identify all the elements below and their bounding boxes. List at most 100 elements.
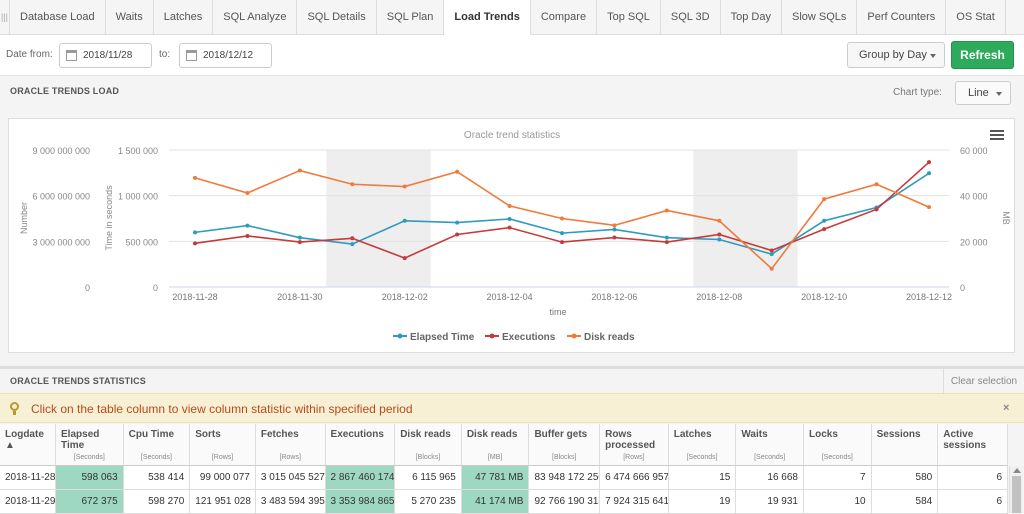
- table-header-row: Logdate ▲ Elapsed Time [Seconds] Cpu Time [S…: [0, 424, 1008, 466]
- table-cell: 41 174 MB: [461, 489, 530, 514]
- tab-sql-plan[interactable]: SQL Plan: [377, 0, 445, 34]
- data-point: [612, 235, 617, 240]
- column-header[interactable]: Buffer gets [Blocks]: [528, 424, 601, 466]
- x-tick-label: 2018-11-30: [277, 292, 322, 302]
- table-cell: 6: [937, 465, 1008, 490]
- legend-label: Disk reads: [584, 332, 635, 343]
- column-header-label: Disk reads: [400, 429, 451, 440]
- table-scrollbar[interactable]: [1009, 466, 1023, 513]
- tab-load-trends[interactable]: Load Trends: [444, 0, 531, 35]
- table-cell: 598 270: [123, 489, 191, 514]
- legend-marker: [489, 333, 495, 339]
- column-header-label: Waits: [741, 429, 768, 440]
- chevron-down-icon: [930, 54, 936, 58]
- data-point: [927, 160, 931, 165]
- tab-slow-sqls[interactable]: Slow SQLs: [782, 0, 858, 34]
- tab-sql-details[interactable]: SQL Details: [297, 0, 377, 34]
- scroll-up-icon[interactable]: [1013, 468, 1021, 473]
- column-header[interactable]: Cpu Time [Seconds]: [123, 424, 191, 466]
- data-point: [350, 236, 355, 241]
- scroll-thumb[interactable]: [1012, 476, 1021, 513]
- data-point: [350, 242, 355, 247]
- column-header-label: Buffer gets: [534, 429, 588, 440]
- column-header-unit: [Blocks]: [415, 453, 441, 461]
- trend-chart: Oracle trend statistics 9 000 000 000 6 00…: [8, 118, 1015, 353]
- column-header[interactable]: Executions: [325, 424, 396, 466]
- tab-database-load[interactable]: Database Load: [10, 0, 106, 34]
- stats-section-header: ORACLE TRENDS STATISTICS Clear selection: [0, 366, 1024, 393]
- column-header[interactable]: Sorts [Rows]: [189, 424, 256, 466]
- data-point: [297, 240, 302, 245]
- column-header-label: Sorts: [195, 429, 221, 440]
- column-header[interactable]: Rows processed [Rows]: [599, 424, 669, 466]
- column-header[interactable]: Sessions: [871, 424, 939, 466]
- table-cell: 16 668: [735, 465, 804, 490]
- table-cell: 2 867 460 174: [325, 465, 396, 490]
- column-header[interactable]: Disk reads [MB]: [461, 424, 530, 466]
- data-point: [560, 240, 564, 245]
- group-by-dropdown[interactable]: Group by Day: [847, 42, 945, 68]
- column-header-label: Executions: [330, 429, 384, 440]
- date-to-field[interactable]: 2018/12/12: [179, 43, 272, 68]
- column-header-label: Logdate ▲: [5, 429, 44, 451]
- y-tick-label: 40 000: [960, 192, 988, 202]
- y-tick-label: 0: [85, 283, 90, 293]
- shaded-period-band: [326, 150, 431, 287]
- tab-perf-counters[interactable]: Perf Counters: [857, 0, 947, 34]
- table-row[interactable]: 2018-11-28 598 063 538 414 99 000 077 3 015 …: [0, 465, 1008, 490]
- column-header[interactable]: Waits [Seconds]: [735, 424, 804, 466]
- data-point: [927, 171, 931, 176]
- x-tick-label: 2018-12-10: [801, 292, 847, 302]
- table-cell: 7: [803, 465, 872, 490]
- tab-latches[interactable]: Latches: [154, 0, 214, 34]
- section-title: ORACLE TRENDS STATISTICS: [10, 376, 146, 386]
- section-title: ORACLE TRENDS LOAD: [10, 86, 120, 96]
- column-header[interactable]: Locks [Seconds]: [803, 424, 872, 466]
- column-header-unit: [Rows]: [279, 453, 301, 461]
- table-cell: 2018-11-29: [0, 489, 57, 514]
- legend-marker: [571, 333, 577, 339]
- tab-os-stat[interactable]: OS Stat: [946, 0, 1006, 34]
- chart-type-dropdown[interactable]: Line: [955, 81, 1011, 105]
- statistics-table: Logdate ▲ Elapsed Time [Seconds] Cpu Time [S…: [0, 424, 1008, 514]
- tab-waits[interactable]: Waits: [106, 0, 154, 34]
- data-point: [193, 241, 197, 246]
- x-tick-label: 2018-12-04: [487, 292, 533, 302]
- column-header[interactable]: Disk reads [Blocks]: [394, 424, 462, 466]
- data-point: [455, 220, 460, 225]
- column-header[interactable]: Logdate ▲: [0, 424, 57, 466]
- data-point: [769, 266, 774, 271]
- data-point: [612, 223, 617, 228]
- tab-bar-grip-icon[interactable]: |||: [0, 0, 10, 34]
- tab-sql-analyze[interactable]: SQL Analyze: [213, 0, 298, 34]
- table-cell: 19: [668, 489, 737, 514]
- data-point: [455, 169, 460, 174]
- data-point: [297, 235, 302, 240]
- chart-menu-icon[interactable]: [990, 130, 1004, 141]
- table-cell: 672 375: [55, 489, 124, 514]
- date-from-field[interactable]: 2018/11/28: [59, 43, 152, 68]
- data-point: [402, 256, 407, 261]
- column-header[interactable]: Elapsed Time [Seconds]: [55, 424, 124, 466]
- table-cell: 83 948 172 250: [528, 465, 601, 490]
- tab-compare[interactable]: Compare: [531, 0, 598, 34]
- table-cell: 6 115 965: [394, 465, 462, 490]
- data-point: [664, 235, 669, 240]
- column-header-label: Sessions: [876, 429, 921, 440]
- tab-top-day[interactable]: Top Day: [721, 0, 782, 34]
- close-icon[interactable]: ×: [1003, 402, 1009, 414]
- tab-sql-3d[interactable]: SQL 3D: [661, 0, 721, 34]
- calendar-icon: [186, 50, 197, 61]
- tab-top-sql[interactable]: Top SQL: [597, 0, 661, 34]
- refresh-button[interactable]: Refresh: [951, 41, 1014, 69]
- data-point: [822, 197, 827, 202]
- table-cell: 538 414: [123, 465, 191, 490]
- table-row[interactable]: 2018-11-29 672 375 598 270 121 951 028 3 483…: [0, 489, 1008, 514]
- table-cell: 19 931: [735, 489, 804, 514]
- column-header[interactable]: Latches [Seconds]: [668, 424, 737, 466]
- clear-selection-button[interactable]: Clear selection: [943, 369, 1024, 393]
- y-axis-label: Time in seconds: [104, 185, 114, 251]
- data-point: [193, 230, 197, 235]
- column-header[interactable]: Fetches [Rows]: [255, 424, 326, 466]
- column-header[interactable]: Active sessions: [937, 424, 1008, 466]
